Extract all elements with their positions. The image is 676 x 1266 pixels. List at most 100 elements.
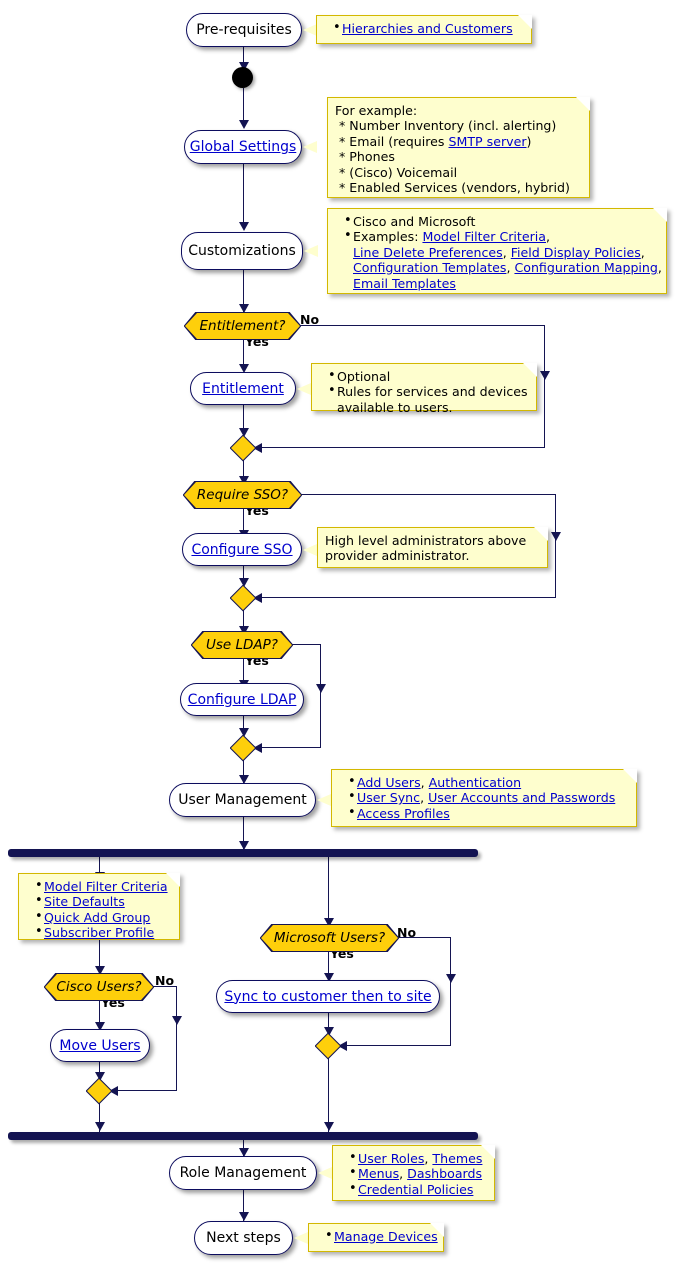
note-item: Site Defaults <box>35 893 171 909</box>
link-user-roles[interactable]: User Roles <box>358 1151 424 1166</box>
edge-label-microsoft-no: No <box>397 925 417 940</box>
link-configuration-mapping[interactable]: Configuration Mapping <box>514 260 657 275</box>
note-text: Optional <box>337 369 391 384</box>
note-item: Access Profiles <box>348 805 628 821</box>
node-global-settings[interactable]: Global Settings <box>184 130 302 164</box>
note-entitlement: Optional Rules for services and devicesa… <box>311 363 537 415</box>
link-credential-policies[interactable]: Credential Policies <box>358 1182 473 1197</box>
merge-sso <box>229 584 257 612</box>
link-smtp-server[interactable]: SMTP server <box>449 134 527 149</box>
note-text: , <box>420 775 429 790</box>
note-item: Examples: Model Filter Criteria, Line De… <box>344 228 662 291</box>
note-item: Hierarchies and Customers <box>333 20 523 36</box>
arrowhead-cisco-to-join <box>94 1122 105 1131</box>
decision-use-ldap-label: Use LDAP? <box>206 637 278 653</box>
note-line: * (Cisco) Voicemail <box>335 164 458 180</box>
node-customizations-label: Customizations <box>188 243 296 259</box>
link-site-defaults[interactable]: Site Defaults <box>44 894 125 909</box>
link-line-delete-preferences[interactable]: Line Delete Preferences <box>353 245 503 260</box>
merge-face <box>231 736 255 760</box>
join-bar <box>8 1132 478 1140</box>
node-user-management[interactable]: User Management <box>169 783 316 817</box>
link-configuration-templates[interactable]: Configuration Templates <box>353 260 506 275</box>
note-item: Optional <box>328 368 528 384</box>
arrowhead-to-global-settings <box>238 120 249 129</box>
node-customizations[interactable]: Customizations <box>181 232 303 270</box>
note-item: Credential Policies <box>349 1181 486 1197</box>
decision-entitlement[interactable]: Entitlement? <box>185 313 300 339</box>
connector-cisco-no-to-merge <box>114 1090 177 1092</box>
node-sync-to-customer-label[interactable]: Sync to customer then to site <box>224 989 431 1005</box>
link-authentication[interactable]: Authentication <box>429 775 521 790</box>
activity-diagram-canvas: Pre-requisites Hierarchies and Customers… <box>0 0 676 1266</box>
link-dashboards[interactable]: Dashboards <box>407 1166 482 1181</box>
merge-face <box>231 436 255 460</box>
note-configure-sso: High level administrators above provider… <box>317 527 548 568</box>
node-move-users-label[interactable]: Move Users <box>59 1038 140 1054</box>
note-item: Quick Add Group <box>35 909 171 925</box>
link-user-sync[interactable]: User Sync <box>357 790 420 805</box>
decision-use-ldap[interactable]: Use LDAP? <box>192 632 292 658</box>
decision-require-sso-label: Require SSO? <box>196 487 289 503</box>
link-manage-devices[interactable]: Manage Devices <box>334 1229 438 1244</box>
note-pointer-prerequisites <box>303 24 317 36</box>
link-hierarchies-and-customers[interactable]: Hierarchies and Customers <box>342 21 513 36</box>
connector-entitlement-no-to-merge <box>258 447 545 449</box>
link-model-filter-criteria-2[interactable]: Model Filter Criteria <box>44 879 168 894</box>
node-configure-ldap-label[interactable]: Configure LDAP <box>188 692 297 708</box>
node-user-management-label: User Management <box>178 792 307 808</box>
decision-face: Entitlement? <box>185 313 300 339</box>
decision-microsoft-users[interactable]: Microsoft Users? <box>261 925 398 951</box>
note-text: , <box>657 260 662 276</box>
note-text: Cisco and Microsoft <box>353 214 476 229</box>
link-model-filter-criteria[interactable]: Model Filter Criteria <box>422 229 546 244</box>
decision-cisco-users[interactable]: Cisco Users? <box>45 974 153 1000</box>
note-role-management: User Roles, Themes Menus, Dashboards Cre… <box>332 1145 495 1201</box>
link-subscriber-profile[interactable]: Subscriber Profile <box>44 925 154 940</box>
arrowhead-microsoft-to-join <box>323 1122 334 1131</box>
note-item: User Sync, User Accounts and Passwords <box>348 789 628 805</box>
arrowhead-sso-no <box>550 532 561 541</box>
edge-label-entitlement-no: No <box>300 312 320 327</box>
merge-face <box>231 586 255 610</box>
link-email-templates[interactable]: Email Templates <box>353 276 456 291</box>
link-field-display-policies[interactable]: Field Display Policies <box>511 245 641 260</box>
link-user-accounts-and-passwords[interactable]: User Accounts and Passwords <box>428 790 615 805</box>
note-text: * Email (requires <box>335 133 449 149</box>
node-entitlement[interactable]: Entitlement <box>190 372 296 405</box>
merge-face <box>87 1079 111 1103</box>
node-configure-ldap[interactable]: Configure LDAP <box>180 683 304 716</box>
connector-sso-no-vertical-lower <box>555 540 557 598</box>
node-sync-to-customer-then-to-site[interactable]: Sync to customer then to site <box>216 980 440 1013</box>
note-item: Add Users, Authentication <box>348 774 628 790</box>
connector-global-settings-to-customizations <box>243 164 245 228</box>
connector-ldap-no-to-merge <box>258 747 321 749</box>
link-access-profiles[interactable]: Access Profiles <box>357 806 450 821</box>
connector-cisco-no-vertical-lower <box>176 1024 178 1091</box>
note-pointer-customizations <box>304 245 318 257</box>
merge-cisco <box>85 1077 113 1105</box>
node-global-settings-label[interactable]: Global Settings <box>190 139 297 155</box>
note-text: Rules for services and devices <box>337 384 528 400</box>
note-line: * Number Inventory (incl. alerting) <box>335 118 557 134</box>
note-item: Manage Devices <box>325 1228 438 1244</box>
note-pointer-role-management <box>318 1167 332 1179</box>
link-add-users[interactable]: Add Users <box>357 775 421 790</box>
note-pointer-global-settings <box>303 141 317 153</box>
node-prerequisites[interactable]: Pre-requisites <box>186 13 302 47</box>
link-menus[interactable]: Menus <box>358 1166 399 1181</box>
node-move-users[interactable]: Move Users <box>50 1029 150 1062</box>
decision-require-sso[interactable]: Require SSO? <box>184 482 301 508</box>
node-next-steps-label: Next steps <box>206 1230 281 1246</box>
node-configure-sso[interactable]: Configure SSO <box>182 533 302 566</box>
note-text: , <box>399 1166 408 1182</box>
note-text: , <box>640 244 645 260</box>
link-quick-add-group[interactable]: Quick Add Group <box>44 910 150 925</box>
node-next-steps[interactable]: Next steps <box>194 1221 293 1255</box>
link-themes[interactable]: Themes <box>432 1151 482 1166</box>
node-role-management[interactable]: Role Management <box>169 1156 317 1190</box>
node-entitlement-label[interactable]: Entitlement <box>202 381 284 397</box>
node-configure-sso-label[interactable]: Configure SSO <box>191 542 292 558</box>
note-prerequisites: Hierarchies and Customers <box>316 15 532 44</box>
node-role-management-label: Role Management <box>179 1165 307 1181</box>
